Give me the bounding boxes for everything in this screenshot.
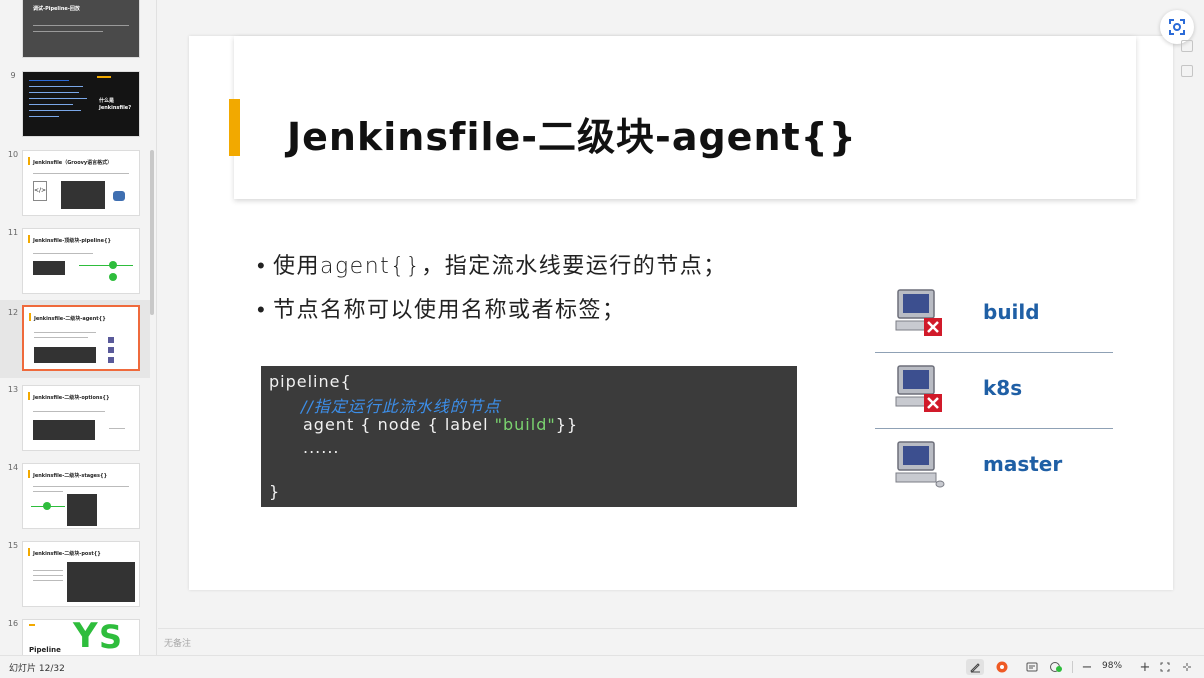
bullet-item-2[interactable]: • 节点名称可以使用名称或者标签； (257, 292, 626, 324)
fullscreen-icon[interactable] (1180, 659, 1194, 675)
slide-thumb-9[interactable]: 9 什么是 Jenkinsfile? (0, 71, 150, 143)
slide-thumb-15[interactable]: 15 Jenkinsfile-二级块-post{} (0, 541, 150, 613)
thumb-logo: S (99, 619, 123, 655)
fit-to-window-icon[interactable] (1158, 659, 1172, 675)
thumb-title: Jenkinsfile-二级块-agent{} (34, 316, 106, 322)
side-panel-icon[interactable] (1181, 40, 1193, 52)
node-label: build (983, 300, 1040, 324)
node-label: k8s (983, 376, 1023, 400)
notes-placeholder: 无备注 (164, 639, 192, 649)
slide-number: 8 (6, 0, 20, 1)
slide-thumb-8[interactable]: 8 调试-Pipeline-回放 (0, 0, 150, 64)
thumb-title: Jenkinsfile-二级块-options{} (33, 395, 110, 401)
thumbnail-scrollbar[interactable] (150, 150, 154, 315)
slide-number: 12 (7, 308, 19, 317)
share-icon[interactable] (1048, 659, 1064, 675)
slide-thumbnail-panel: 8 调试-Pipeline-回放 9 什么是 Jenkinsfile? 10 J… (0, 0, 157, 655)
slide-number: 9 (10, 71, 16, 80)
node-item-k8s: k8s (894, 352, 1114, 428)
slide-thumb-16[interactable]: 16 Pipeline Y S (0, 619, 150, 655)
slide-thumb-10[interactable]: 10 Jenkinsfile（Groovy语言格式） </> (0, 150, 150, 222)
computer-offline-icon (895, 289, 942, 336)
status-bar: 幻灯片 12/32 − 98% + (0, 655, 1204, 678)
zoom-out-button[interactable]: − (1080, 659, 1094, 675)
computer-icon (895, 441, 945, 488)
slide-number: 14 (7, 463, 19, 472)
computer-offline-icon (895, 365, 942, 412)
thumb-title: Jenkinsfile-二级块-post{} (33, 551, 101, 557)
play-slideshow-icon[interactable] (994, 659, 1010, 675)
slide-number: 16 (7, 619, 19, 628)
node-label: master (983, 452, 1063, 476)
code-line: } (269, 482, 281, 501)
code-string: "build" (494, 415, 556, 434)
code-line: ...... (303, 438, 340, 457)
screenshot-tool-button[interactable] (1160, 10, 1194, 44)
slide-thumb-11[interactable]: 11 Jenkinsfile-顶级块-pipeline{} (0, 228, 150, 300)
thumb-title: Jenkinsfile-顶级块-pipeline{} (33, 238, 112, 244)
slide-thumb-14[interactable]: 14 Jenkinsfile-二级块-stages{} (0, 463, 150, 535)
divider (1072, 661, 1073, 673)
title-accent-bar (229, 99, 240, 156)
speaker-notes-area[interactable]: 无备注 (158, 628, 1204, 655)
slide-number: 10 (7, 150, 19, 159)
zoom-in-button[interactable]: + (1138, 659, 1152, 675)
slide-number: 15 (7, 541, 19, 550)
bullet-item-1[interactable]: • 使用agent{}，指定流水线要运行的节点； (257, 248, 727, 280)
code-line: pipeline{ (269, 372, 352, 391)
code-comment: //指定运行此流水线的节点 (301, 397, 501, 416)
slide-number: 13 (7, 385, 19, 394)
bullet-text: 使用agent{}，指定流水线要运行的节点； (273, 254, 727, 279)
thumb-title: Jenkinsfile（Groovy语言格式） (33, 160, 113, 166)
slide-thumb-13[interactable]: 13 Jenkinsfile-二级块-options{} (0, 385, 150, 457)
pen-icon[interactable] (966, 659, 984, 675)
node-item-master: master (894, 428, 1114, 504)
slide-thumb-12[interactable]: 12 Jenkinsfile-二级块-agent{} (0, 300, 150, 378)
thumb-title: Pipeline (29, 646, 61, 654)
thumb-title: 什么是 Jenkinsfile? (99, 98, 132, 111)
zoom-level[interactable]: 98% (1102, 661, 1122, 671)
comment-icon[interactable] (1024, 659, 1040, 675)
side-panel-icon[interactable] (1181, 65, 1193, 77)
scan-icon (1169, 19, 1185, 35)
thumb-title: 调试-Pipeline-回放 (33, 6, 80, 12)
thumb-logo: Y (73, 619, 98, 655)
slide-counter: 幻灯片 12/32 (9, 664, 65, 674)
thumb-title: Jenkinsfile-二级块-stages{} (33, 473, 108, 479)
slide-title[interactable]: Jenkinsfile-二级块-agent{} (287, 106, 857, 161)
code-line: agent { node { label "build"}} (303, 415, 579, 434)
slide-number: 11 (7, 228, 19, 237)
bullet-text: 节点名称可以使用名称或者标签； (273, 298, 626, 323)
slide-canvas[interactable]: Jenkinsfile-二级块-agent{} • 使用agent{}，指定流水线… (189, 36, 1173, 590)
slide-editing-area: Jenkinsfile-二级块-agent{} • 使用agent{}，指定流水线… (158, 0, 1204, 628)
node-item-build: build (894, 276, 1114, 352)
code-block[interactable]: pipeline{ //指定运行此流水线的节点 agent { node { l… (261, 366, 797, 507)
